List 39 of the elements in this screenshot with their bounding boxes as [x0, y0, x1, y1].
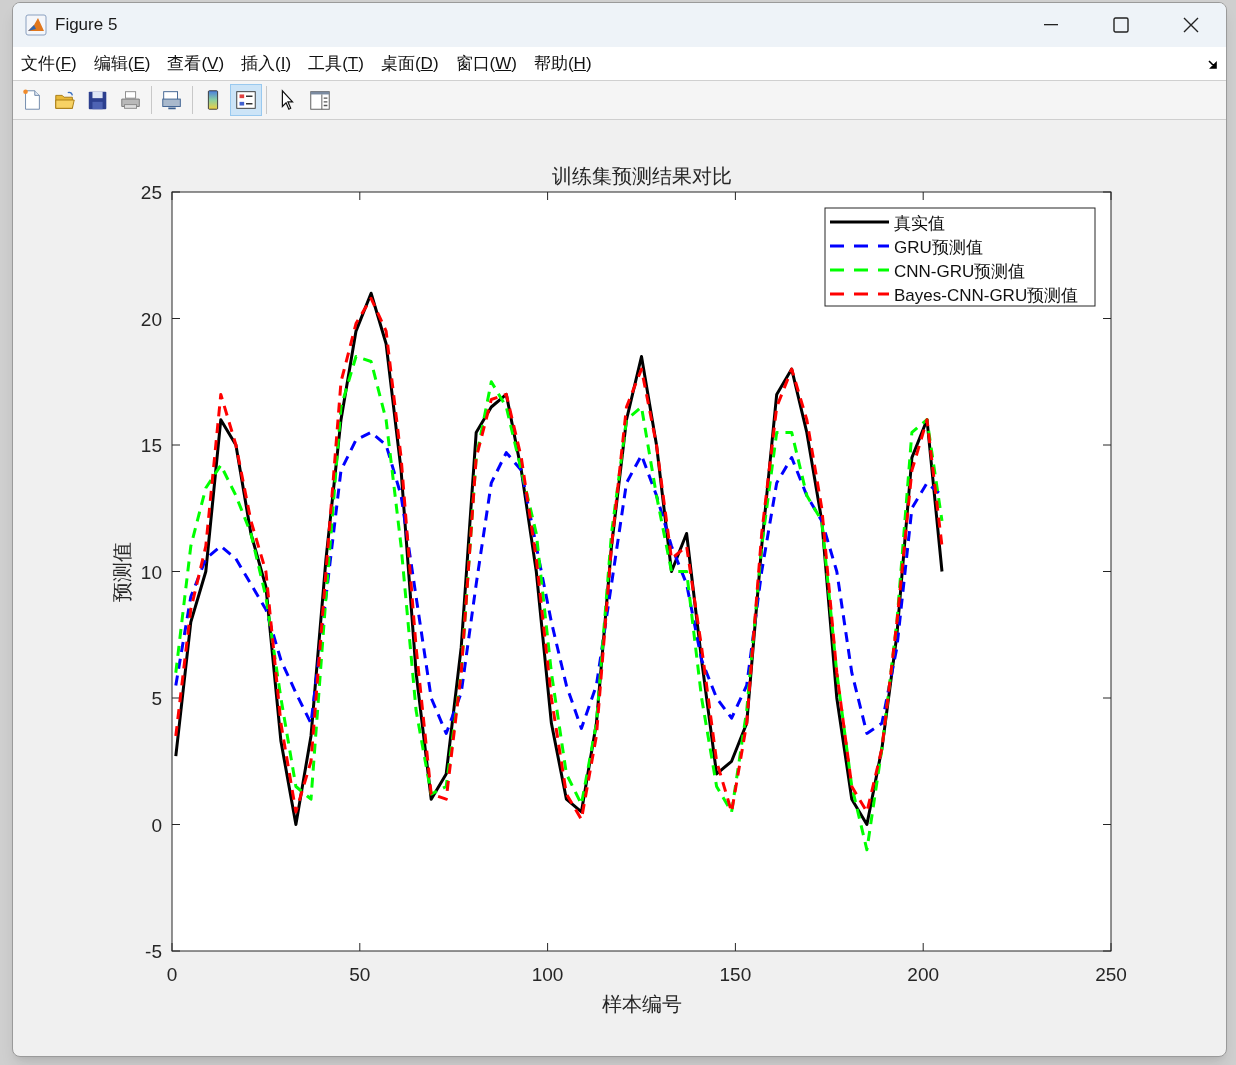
legend-label: 真实值 — [894, 214, 945, 233]
tick-label: 50 — [349, 964, 371, 985]
tick-label: 10 — [140, 561, 162, 583]
tick-label: 250 — [1095, 964, 1127, 985]
tick-label: 15 — [140, 435, 162, 456]
menu-item[interactable]: 桌面(D) — [380, 50, 439, 77]
y-axis-label: 预测值 — [111, 541, 133, 602]
dock-arrow-icon[interactable] — [1208, 60, 1218, 70]
maximize-icon — [1113, 17, 1129, 33]
printer-icon — [160, 88, 184, 112]
tick-label: 0 — [151, 814, 162, 836]
toolbar-button[interactable] — [230, 84, 262, 116]
tick-label: 0 — [166, 964, 178, 985]
panel-icon — [308, 88, 332, 112]
legend-label: CNN-GRU预测值 — [894, 262, 1026, 281]
tick-label: 150 — [719, 964, 752, 985]
menu-item[interactable]: 帮助(H) — [533, 50, 592, 77]
minimize-icon — [1044, 24, 1058, 26]
chart-title: 训练集预测结果对比 — [551, 165, 732, 187]
tick-label: 200 — [907, 964, 940, 985]
menu-item[interactable]: 窗口(W) — [455, 50, 517, 77]
legend-icon — [234, 88, 258, 112]
legend-label: Bayes-CNN-GRU预测值 — [894, 286, 1079, 305]
printer-icon — [119, 88, 143, 112]
tick-label: 25 — [140, 182, 162, 203]
menu-item[interactable]: 插入(I) — [241, 50, 292, 77]
tick-label: 100 — [531, 964, 564, 985]
menu-item[interactable]: 查看(V) — [167, 50, 225, 77]
window-title: Figure 5 — [55, 14, 118, 37]
app-icon — [25, 14, 47, 36]
tick-label: -5 — [145, 941, 162, 962]
menu-item[interactable]: 工具(T) — [308, 50, 364, 77]
menu-item[interactable]: 编辑(E) — [93, 50, 151, 77]
tick-label: 5 — [151, 688, 162, 709]
tick-label: 20 — [140, 308, 162, 330]
x-axis-label: 样本编号 — [601, 993, 682, 1015]
close-icon — [1183, 17, 1199, 33]
menu-item[interactable]: 文件(F) — [21, 50, 77, 77]
legend-label: GRU预测值 — [894, 238, 983, 257]
